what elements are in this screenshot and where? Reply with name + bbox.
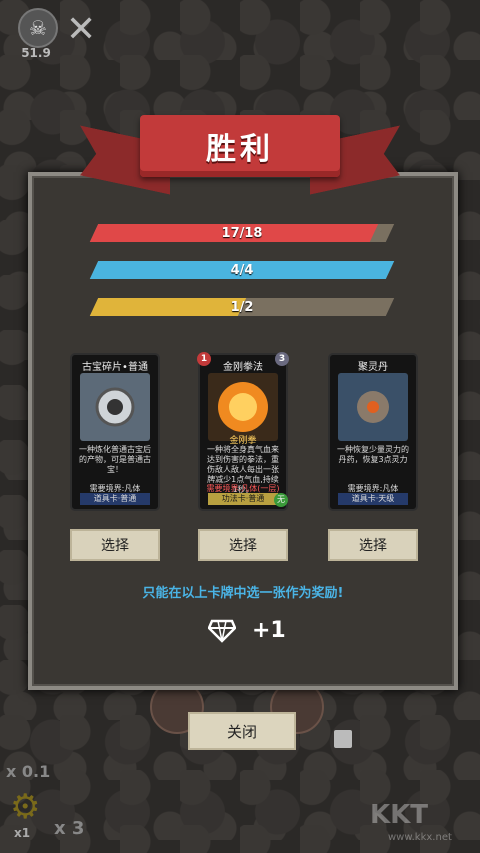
bar-label: 4/4 [230,262,254,278]
speed-multiplier[interactable]: x 0.1 [6,762,50,781]
victory-panel: 17/18 4/4 1/2 古宝碎片•普通 一种炼化普通古宝后的产物，可是普通古… [28,172,458,690]
select-button-1[interactable]: 选择 [70,529,160,561]
card-desc: 一种炼化普通古宝后的产物，可是普通古宝！ [79,445,151,474]
card-type: 道具卡·天级 [338,493,408,505]
pill-icon [338,373,408,441]
gear-icon[interactable]: ⚙ [10,790,40,824]
reward-amount: +1 [208,618,286,643]
reward-card-3[interactable]: 聚灵丹 一种恢复少量灵力的丹药，恢复3点灵力 需要境界:凡体 道具卡·天级 [328,353,418,511]
card-type: 功法卡·普通 [208,493,278,505]
close-button[interactable]: 关闭 [188,712,296,750]
progress-bar-mana: 4/4 [89,261,395,279]
artifact-icon [80,373,150,441]
reward-card-1[interactable]: 古宝碎片•普通 一种炼化普通古宝后的产物，可是普通古宝！ 需要境界:凡体 道具卡… [70,353,160,511]
close-x-icon[interactable]: ✕ [66,12,96,48]
progress-bar-exp: 1/2 [89,298,395,316]
victory-banner: 胜利 [80,105,400,200]
card-desc: 一种恢复少量灵力的丹药，恢复3点灵力 [337,445,409,464]
card-name: 金刚拳法 [223,362,263,373]
victory-title: 胜利 [206,132,274,167]
deck-icon[interactable] [334,730,352,748]
card-type: 道具卡·普通 [80,493,150,505]
bar-label: 17/18 [221,225,263,241]
skull-icon[interactable]: ☠ [18,8,58,48]
reward-card-2[interactable]: 1 3 金刚拳法 金刚拳 一种将全身真气血来达到伤害的拳法，重伤敌人敌人每出一张… [197,352,289,511]
gear-multiplier: x1 [14,826,31,840]
reward-value: +1 [252,618,286,643]
x3-multiplier[interactable]: x 3 [54,818,84,839]
bar-label: 1/2 [230,299,254,315]
diamond-icon [208,619,236,643]
fist-fire-icon [208,373,278,441]
select-button-3[interactable]: 选择 [328,529,418,561]
select-button-2[interactable]: 选择 [198,529,288,561]
hud-speed-value: 51.9 [21,46,51,60]
corner-badge: 无 [274,493,288,507]
reward-hint: 只能在以上卡牌中选一张作为奖励! [142,586,344,601]
watermark-url: www.kkx.net [388,832,452,843]
progress-bar-health: 17/18 [89,224,395,242]
watermark-logo: KKT [370,800,429,830]
top-hud: ☠ 51.9 ✕ [0,0,480,70]
card-name: 古宝碎片•普通 [82,362,148,373]
card-name: 聚灵丹 [358,362,388,373]
